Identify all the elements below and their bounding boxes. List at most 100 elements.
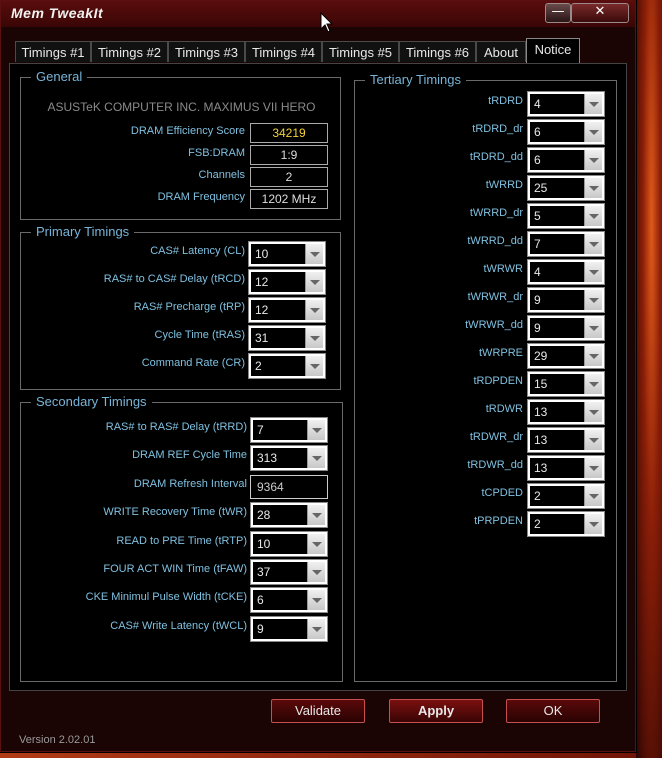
chevron-down-icon[interactable]	[584, 262, 602, 282]
chevron-down-icon[interactable]	[584, 374, 602, 394]
ok-button[interactable]: OK	[506, 699, 600, 723]
dropdown-field: 25	[530, 178, 602, 198]
twrwr-dropdown[interactable]: 4	[527, 259, 605, 285]
general-title: General	[31, 69, 88, 84]
trdrd-dropdown[interactable]: 4	[527, 91, 605, 117]
chevron-down-icon[interactable]	[584, 402, 602, 422]
ras-to-ras-delay-trrd-dropdown[interactable]: 7	[250, 417, 328, 443]
chevron-down-icon[interactable]	[305, 328, 323, 348]
command-rate-cr-dropdown[interactable]: 2	[248, 353, 326, 379]
mouse-cursor-icon	[320, 12, 334, 33]
chevron-down-icon[interactable]	[305, 300, 323, 320]
twrpre-label: tWRPRE	[479, 347, 523, 359]
trdwr-dd-label: tRDWR_dd	[467, 459, 523, 471]
tertiary-timings-title: Tertiary Timings	[365, 72, 467, 87]
chevron-down-icon[interactable]	[584, 234, 602, 254]
channels-label: Channels	[198, 169, 245, 181]
apply-button[interactable]: Apply	[389, 699, 483, 723]
chevron-down-icon[interactable]	[584, 94, 602, 114]
tab-content-panel: General ASUSTeK COMPUTER INC. MAXIMUS VI…	[9, 63, 627, 691]
minimize-button[interactable]: —	[545, 3, 571, 23]
read-to-pre-time-trtp-dropdown[interactable]: 10	[250, 530, 328, 557]
tab-timings-4[interactable]: Timings #4	[245, 41, 322, 62]
ras-to-cas-delay-trcd-dropdown[interactable]: 12	[248, 269, 326, 295]
tab-about[interactable]: About	[476, 41, 526, 62]
cas-latency-cl-label: CAS# Latency (CL)	[150, 245, 245, 257]
trdrd-dd-dropdown[interactable]: 6	[527, 147, 605, 173]
dropdown-field: 31	[251, 328, 323, 348]
chevron-down-icon[interactable]	[584, 486, 602, 506]
dropdown-field: 6	[253, 590, 325, 611]
chevron-down-icon[interactable]	[307, 448, 325, 469]
dram-refresh-interval-input[interactable]: 9364	[250, 474, 328, 499]
twrrd-dropdown[interactable]: 25	[527, 175, 605, 201]
chevron-down-icon[interactable]	[584, 318, 602, 338]
chevron-down-icon[interactable]	[305, 244, 323, 264]
validate-button[interactable]: Validate	[271, 699, 365, 723]
dropdown-field: 9	[253, 618, 325, 639]
chevron-down-icon[interactable]	[307, 618, 325, 639]
chevron-down-icon[interactable]	[305, 356, 323, 376]
chevron-down-icon[interactable]	[584, 346, 602, 366]
twrwr-dd-dropdown[interactable]: 9	[527, 315, 605, 341]
tab-timings-5[interactable]: Timings #5	[322, 41, 399, 62]
tab-timings-2[interactable]: Timings #2	[91, 41, 168, 62]
twrpre-dropdown[interactable]: 29	[527, 343, 605, 369]
twrrd-dd-dropdown[interactable]: 7	[527, 231, 605, 257]
dropdown-field: 13	[530, 402, 602, 422]
chevron-down-icon[interactable]	[584, 290, 602, 310]
dropdown-field: 9	[530, 318, 602, 338]
title-bar[interactable]: Mem TweakIt — ✕	[1, 1, 635, 27]
cas-latency-cl-dropdown[interactable]: 10	[248, 241, 326, 267]
chevron-down-icon[interactable]	[307, 533, 325, 554]
cke-minimul-pulse-width-tcke-dropdown[interactable]: 6	[250, 587, 328, 614]
trdwr-dr-dropdown[interactable]: 13	[527, 427, 605, 453]
dropdown-field: 7	[253, 420, 325, 440]
chevron-down-icon[interactable]	[584, 514, 602, 534]
chevron-down-icon[interactable]	[307, 420, 325, 440]
dropdown-field: 2	[251, 356, 323, 376]
chevron-down-icon[interactable]	[307, 505, 325, 526]
twrwr-label: tWRWR	[483, 263, 523, 275]
dropdown-value: 12	[255, 275, 269, 289]
mem-tweakit-window: Mem TweakIt — ✕ Timings #1 Timings #2 Ti…	[0, 0, 636, 752]
ras-precharge-trp-label: RAS# Precharge (tRP)	[133, 301, 245, 313]
dropdown-field: 2	[530, 486, 602, 506]
trdrd-dr-dropdown[interactable]: 6	[527, 119, 605, 145]
ras-precharge-trp-dropdown[interactable]: 12	[248, 297, 326, 323]
cas-write-latency-twcl-dropdown[interactable]: 9	[250, 615, 328, 642]
dropdown-field: 15	[530, 374, 602, 394]
chevron-down-icon[interactable]	[584, 430, 602, 450]
twrwr-dr-dropdown[interactable]: 9	[527, 287, 605, 313]
tab-timings-3[interactable]: Timings #3	[168, 41, 245, 62]
chevron-down-icon[interactable]	[584, 122, 602, 142]
chevron-down-icon[interactable]	[584, 458, 602, 478]
trdwr-dropdown[interactable]: 13	[527, 399, 605, 425]
dropdown-value: 9	[534, 321, 541, 335]
tab-notice[interactable]: Notice	[526, 38, 580, 63]
cke-minimul-pulse-width-tcke-label: CKE Minimul Pulse Width (tCKE)	[85, 591, 247, 604]
chevron-down-icon[interactable]	[584, 150, 602, 170]
trdpden-dropdown[interactable]: 15	[527, 371, 605, 397]
dram-ref-cycle-time-dropdown[interactable]: 313	[250, 445, 328, 472]
chevron-down-icon[interactable]	[307, 562, 325, 582]
close-button[interactable]: ✕	[571, 3, 629, 23]
secondary-timings-group: Secondary Timings RAS# to RAS# Delay (tR…	[20, 394, 343, 682]
tab-timings-1[interactable]: Timings #1	[15, 41, 91, 62]
trdwr-dd-dropdown[interactable]: 13	[527, 455, 605, 481]
tab-timings-6[interactable]: Timings #6	[399, 41, 476, 62]
twrrd-dr-dropdown[interactable]: 5	[527, 203, 605, 229]
version-label: Version 2.02.01	[19, 734, 96, 746]
chevron-down-icon[interactable]	[584, 178, 602, 198]
cycle-time-tras-dropdown[interactable]: 31	[248, 325, 326, 351]
dropdown-value: 6	[257, 593, 264, 608]
chevron-down-icon[interactable]	[305, 272, 323, 292]
dropdown-value: 25	[534, 181, 548, 195]
write-recovery-time-twr-dropdown[interactable]: 28	[250, 502, 328, 529]
four-act-win-time-tfaw-dropdown[interactable]: 37	[250, 559, 328, 585]
efficiency-score-value: 34219	[250, 123, 328, 143]
chevron-down-icon[interactable]	[307, 590, 325, 611]
chevron-down-icon[interactable]	[584, 206, 602, 226]
tcpded-dropdown[interactable]: 2	[527, 483, 605, 509]
tprpden-dropdown[interactable]: 2	[527, 511, 605, 537]
